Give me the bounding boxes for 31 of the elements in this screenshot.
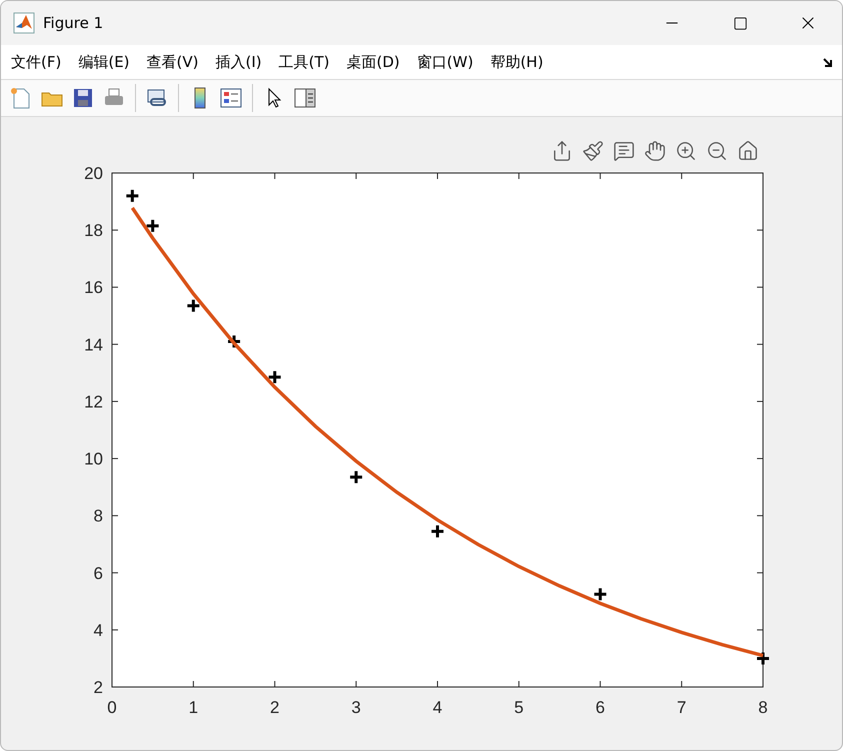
- y-tick-label: 18: [84, 221, 103, 240]
- y-tick-label: 2: [94, 678, 103, 697]
- menu-item[interactable]: 查看(V): [140, 52, 204, 72]
- menu-item[interactable]: 插入(I): [210, 52, 268, 72]
- x-tick-label: 5: [514, 698, 524, 717]
- x-tick-label: 4: [432, 698, 442, 717]
- x-tick-label: 2: [270, 698, 280, 717]
- y-tick-label: 14: [84, 335, 103, 354]
- y-tick-label: 16: [84, 278, 103, 298]
- x-tick-label: 7: [676, 698, 686, 717]
- y-tick-label: 10: [84, 450, 103, 469]
- y-tick-label: 12: [84, 392, 103, 412]
- x-tick-label: 0: [107, 698, 117, 717]
- dock-arrow-icon[interactable]: [822, 56, 834, 68]
- menu-item[interactable]: 窗口(W): [410, 52, 480, 72]
- menu-item[interactable]: 帮助(H): [484, 52, 550, 72]
- menu-item[interactable]: 编辑(E): [72, 52, 136, 72]
- y-tick-label: 8: [94, 506, 103, 526]
- x-tick-label: 1: [188, 698, 198, 717]
- menu-item[interactable]: 工具(T): [272, 52, 336, 72]
- x-tick-label: 3: [351, 698, 361, 717]
- y-tick-label: 4: [94, 620, 103, 640]
- y-tick-label: 20: [84, 167, 103, 183]
- window-title: Figure 1: [43, 14, 104, 32]
- x-tick-label: 8: [758, 698, 768, 717]
- menu-item[interactable]: 文件(F): [5, 52, 68, 72]
- app-logo-icon: [13, 12, 35, 34]
- x-tick-label: 6: [596, 698, 605, 717]
- maximize-icon[interactable]: [732, 16, 748, 30]
- menu-item[interactable]: 桌面(D): [340, 52, 406, 72]
- y-tick-label: 6: [94, 564, 103, 583]
